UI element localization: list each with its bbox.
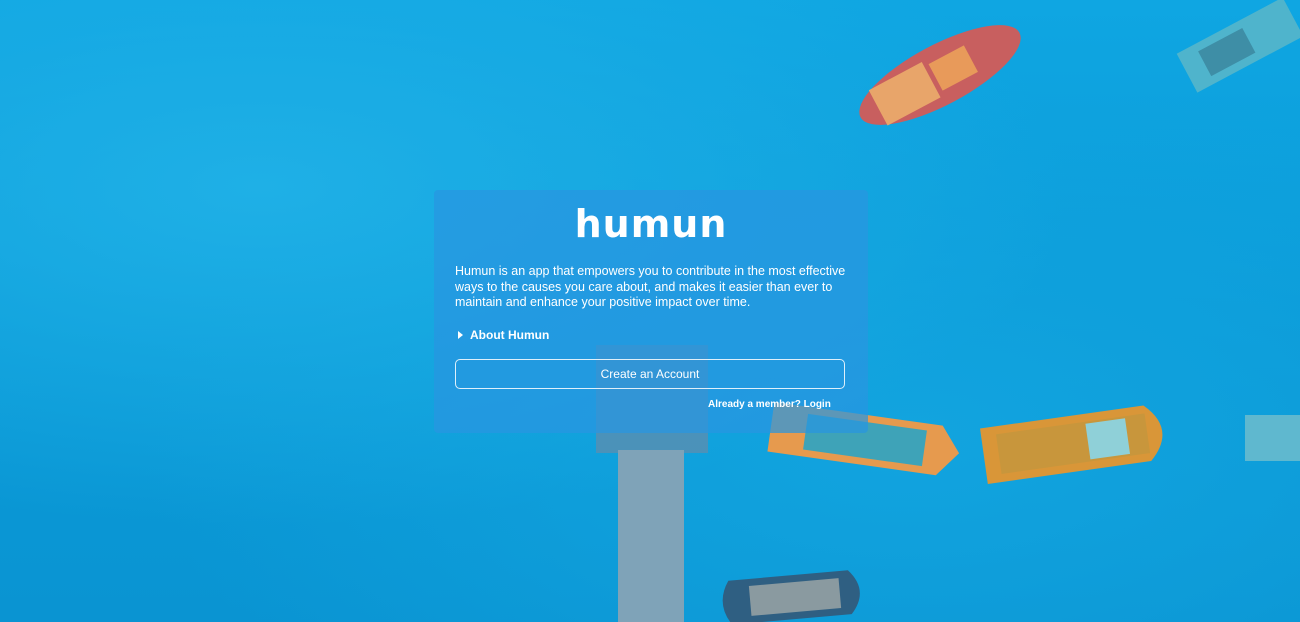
login-link[interactable]: Already a member? Login [708, 399, 831, 410]
create-account-button[interactable]: Create an Account [455, 359, 845, 389]
boat-top-right [1176, 0, 1300, 93]
boat-bottom [722, 570, 860, 622]
about-label: About Humun [470, 328, 550, 342]
intro-card: humun Humun is an app that empowers you … [434, 190, 868, 433]
brand-logo: humun [574, 202, 728, 246]
about-toggle[interactable]: About Humun [458, 328, 549, 342]
boat-far-right [1245, 415, 1300, 461]
caret-right-icon [458, 331, 463, 339]
boat-top [859, 25, 1021, 126]
app-description: Humun is an app that empowers you to con… [455, 264, 846, 309]
boat-middle-right [980, 405, 1163, 484]
pier-walkway [618, 450, 684, 622]
